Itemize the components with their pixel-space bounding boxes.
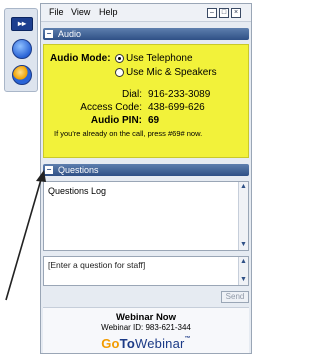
audio-pin-label: Audio PIN: bbox=[90, 115, 142, 126]
questions-log-scrollbar[interactable]: ▲ ▼ bbox=[238, 182, 248, 250]
radio-selected-icon[interactable] bbox=[115, 54, 124, 63]
audio-pin-row: Audio PIN: 69 bbox=[44, 115, 250, 127]
audio-section-title: Audio bbox=[58, 29, 82, 39]
send-button[interactable]: Send bbox=[221, 291, 249, 303]
screen-share-button[interactable] bbox=[12, 39, 32, 59]
question-input[interactable]: [Enter a question for staff] ▲ ▼ bbox=[43, 256, 249, 286]
question-input-scrollbar[interactable]: ▲ ▼ bbox=[238, 257, 248, 285]
questions-log[interactable]: Questions Log ▲ ▼ bbox=[43, 181, 249, 251]
menu-view[interactable]: View bbox=[71, 7, 90, 17]
logo-to: To bbox=[119, 336, 135, 351]
raise-hand-button[interactable] bbox=[12, 65, 32, 85]
expand-panel-button[interactable]: ▸▸ bbox=[11, 17, 33, 31]
collapse-icon[interactable]: − bbox=[45, 166, 53, 174]
scroll-down-icon[interactable]: ▼ bbox=[239, 275, 248, 285]
use-mic-label: Use Mic & Speakers bbox=[126, 67, 217, 78]
expand-arrows-icon: ▸▸ bbox=[17, 19, 27, 28]
logo-tm: ™ bbox=[184, 336, 191, 342]
scroll-down-icon[interactable]: ▼ bbox=[239, 240, 248, 250]
webinar-id: Webinar ID: 983-621-344 bbox=[101, 323, 191, 332]
menu-bar: File View Help – □ × bbox=[41, 4, 251, 22]
question-input-placeholder: [Enter a question for staff] bbox=[48, 260, 146, 270]
questions-section-title: Questions bbox=[58, 165, 99, 175]
webinar-footer: Webinar Now Webinar ID: 983-621-344 GoTo… bbox=[43, 307, 249, 353]
webinar-title: Webinar Now bbox=[116, 312, 176, 323]
collapse-icon[interactable]: − bbox=[45, 30, 53, 38]
gotowebinar-logo: GoToWebinar™ bbox=[43, 336, 249, 351]
radio-use-telephone[interactable]: Use Telephone bbox=[115, 53, 193, 64]
close-icon[interactable]: × bbox=[231, 8, 241, 18]
access-code-label: Access Code: bbox=[80, 102, 142, 113]
pin-instruction: If you're already on the call, press #69… bbox=[54, 129, 203, 138]
audio-section-header[interactable]: − Audio bbox=[43, 28, 249, 40]
logo-webinar: Webinar bbox=[135, 336, 185, 351]
access-code-row: Access Code: 438-699-626 bbox=[44, 102, 250, 114]
menu-file[interactable]: File bbox=[49, 7, 64, 17]
dial-row: Dial: 916-233-3089 bbox=[44, 89, 250, 101]
scroll-up-icon[interactable]: ▲ bbox=[239, 257, 248, 267]
logo-go: Go bbox=[101, 336, 120, 351]
menu-help[interactable]: Help bbox=[99, 7, 118, 17]
access-code-value: 438-699-626 bbox=[148, 102, 205, 113]
questions-section-header[interactable]: − Questions bbox=[43, 164, 249, 176]
audio-mode-label: Audio Mode: bbox=[50, 53, 111, 64]
use-telephone-label: Use Telephone bbox=[126, 53, 193, 64]
radio-use-mic-speakers[interactable]: Use Mic & Speakers bbox=[115, 67, 217, 78]
questions-log-text: Questions Log bbox=[48, 186, 107, 196]
minimize-icon[interactable]: – bbox=[207, 8, 217, 18]
dial-value: 916-233-3089 bbox=[148, 89, 211, 100]
audio-pin-value: 69 bbox=[148, 115, 160, 126]
audio-panel: Audio Mode: Use Telephone Use Mic & Spea… bbox=[43, 44, 249, 158]
dial-label: Dial: bbox=[121, 89, 142, 100]
control-panel: File View Help – □ × − Audio Audio Mode:… bbox=[40, 3, 252, 354]
radio-unselected-icon[interactable] bbox=[115, 68, 124, 77]
restore-icon[interactable]: □ bbox=[219, 8, 229, 18]
scroll-up-icon[interactable]: ▲ bbox=[239, 182, 248, 192]
side-toolbar: ▸▸ bbox=[4, 8, 38, 92]
